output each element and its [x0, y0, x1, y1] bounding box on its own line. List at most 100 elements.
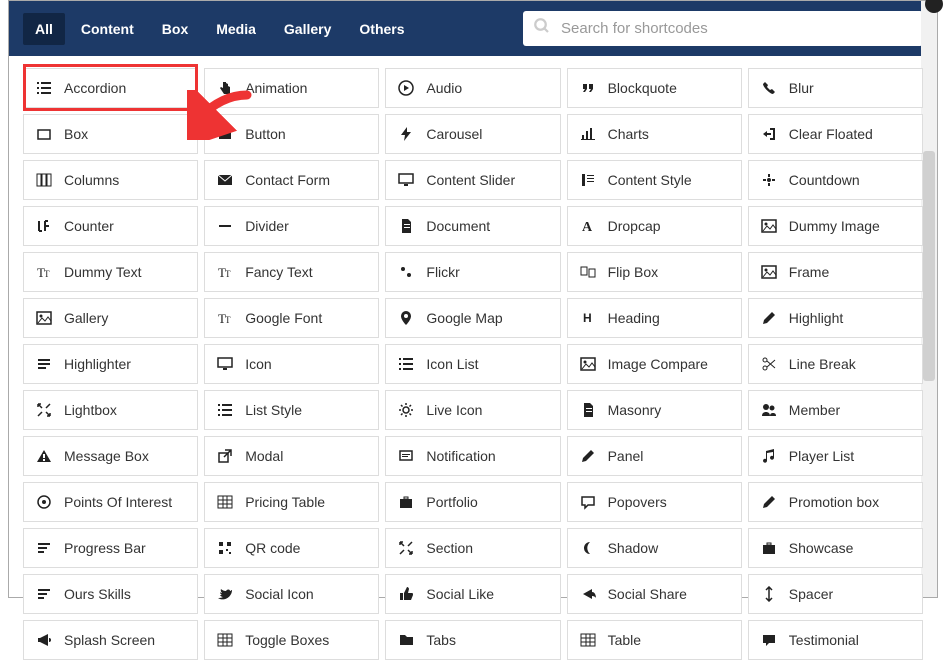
shortcode-item[interactable]: Modal — [204, 436, 379, 476]
shortcode-item[interactable]: Testimonial — [748, 620, 923, 660]
shortcode-item[interactable]: TTDummy Text — [23, 252, 198, 292]
shortcode-item[interactable]: Blockquote — [567, 68, 742, 108]
shortcode-item[interactable]: Portfolio — [385, 482, 560, 522]
warning-icon — [36, 448, 52, 464]
table-icon — [580, 632, 596, 648]
shortcode-item[interactable]: Message Box — [23, 436, 198, 476]
shortcode-item[interactable]: Content Style — [567, 160, 742, 200]
svg-text:H: H — [583, 311, 592, 325]
shortcode-item[interactable]: Icon — [204, 344, 379, 384]
shortcode-item[interactable]: Columns — [23, 160, 198, 200]
shortcode-item[interactable]: QR code — [204, 528, 379, 568]
shortcode-item[interactable]: Blur — [748, 68, 923, 108]
shortcode-item[interactable]: Line Break — [748, 344, 923, 384]
shortcode-item[interactable]: Highlighter — [23, 344, 198, 384]
shortcode-item[interactable]: Contact Form — [204, 160, 379, 200]
shortcode-item[interactable]: Image Compare — [567, 344, 742, 384]
shortcode-item[interactable]: Masonry — [567, 390, 742, 430]
shortcode-item[interactable]: Content Slider — [385, 160, 560, 200]
countdown-icon — [761, 172, 777, 188]
shortcode-item[interactable]: Charts — [567, 114, 742, 154]
image-icon — [580, 356, 596, 372]
shortcode-item[interactable]: Ours Skills — [23, 574, 198, 614]
shortcode-item[interactable]: Points Of Interest — [23, 482, 198, 522]
search-box[interactable] — [523, 11, 923, 46]
shortcode-item[interactable]: Carousel — [385, 114, 560, 154]
shortcode-item[interactable]: Document — [385, 206, 560, 246]
shortcode-item[interactable]: Audio — [385, 68, 560, 108]
shortcode-item[interactable]: Member — [748, 390, 923, 430]
shortcode-item[interactable]: TTGoogle Font — [204, 298, 379, 338]
shortcode-item[interactable]: Social Share — [567, 574, 742, 614]
shortcode-item[interactable]: Social Icon — [204, 574, 379, 614]
square-fill-icon — [217, 126, 233, 142]
pencil-icon — [761, 310, 777, 326]
text-icon: TT — [217, 310, 233, 326]
shortcode-label: List Style — [245, 402, 302, 418]
shortcode-item[interactable]: Gallery — [23, 298, 198, 338]
shortcode-item[interactable]: Icon List — [385, 344, 560, 384]
tab-content[interactable]: Content — [69, 13, 146, 45]
shortcode-item[interactable]: Tabs — [385, 620, 560, 660]
svg-text:T: T — [225, 269, 231, 279]
shortcode-item[interactable]: Frame — [748, 252, 923, 292]
shortcode-item[interactable]: Showcase — [748, 528, 923, 568]
shortcode-label: Highlight — [789, 310, 843, 326]
shortcode-item[interactable]: Google Map — [385, 298, 560, 338]
shortcode-item[interactable]: Table — [567, 620, 742, 660]
shortcode-label: Line Break — [789, 356, 856, 372]
square-icon — [36, 126, 52, 142]
list-icon — [217, 402, 233, 418]
table-icon — [217, 494, 233, 510]
shortcode-item[interactable]: Accordion — [23, 68, 198, 108]
shortcode-item[interactable]: Section — [385, 528, 560, 568]
shortcode-item[interactable]: Highlight — [748, 298, 923, 338]
shortcode-item[interactable]: TTFancy Text — [204, 252, 379, 292]
shortcode-label: Modal — [245, 448, 283, 464]
shortcode-item[interactable]: List Style — [204, 390, 379, 430]
shortcode-item[interactable]: Panel — [567, 436, 742, 476]
shortcode-item[interactable]: Lightbox — [23, 390, 198, 430]
shortcode-label: Section — [426, 540, 473, 556]
shortcode-item[interactable]: Dummy Image — [748, 206, 923, 246]
shortcode-item[interactable]: Counter — [23, 206, 198, 246]
shortcode-item[interactable]: Box — [23, 114, 198, 154]
shortcode-label: Pricing Table — [245, 494, 325, 510]
shortcode-label: Carousel — [426, 126, 482, 142]
shortcode-item[interactable]: Shadow — [567, 528, 742, 568]
shortcode-item[interactable]: Social Like — [385, 574, 560, 614]
svg-text:A: A — [582, 220, 593, 234]
shortcode-label: Accordion — [64, 80, 126, 96]
shortcode-item[interactable]: Live Icon — [385, 390, 560, 430]
shortcode-item[interactable]: Progress Bar — [23, 528, 198, 568]
shortcode-item[interactable]: Promotion box — [748, 482, 923, 522]
shortcode-item[interactable]: Spacer — [748, 574, 923, 614]
tab-media[interactable]: Media — [204, 13, 268, 45]
tab-gallery[interactable]: Gallery — [272, 13, 343, 45]
shortcode-item[interactable]: Flickr — [385, 252, 560, 292]
heading-icon: H — [580, 310, 596, 326]
shortcode-item[interactable]: Divider — [204, 206, 379, 246]
shortcode-item[interactable]: Countdown — [748, 160, 923, 200]
shortcode-item[interactable]: Flip Box — [567, 252, 742, 292]
shortcode-item[interactable]: Pricing Table — [204, 482, 379, 522]
shortcode-item[interactable]: Animation — [204, 68, 379, 108]
shortcode-item[interactable]: Toggle Boxes — [204, 620, 379, 660]
shortcode-item[interactable]: ADropcap — [567, 206, 742, 246]
shortcode-label: Content Slider — [426, 172, 515, 188]
tab-box[interactable]: Box — [150, 13, 200, 45]
shortcode-item[interactable]: Clear Floated — [748, 114, 923, 154]
shortcode-item[interactable]: Player List — [748, 436, 923, 476]
shortcode-label: Content Style — [608, 172, 692, 188]
shortcode-item[interactable]: Popovers — [567, 482, 742, 522]
shortcode-item[interactable]: Button — [204, 114, 379, 154]
tab-all[interactable]: All — [23, 13, 65, 45]
search-input[interactable] — [561, 20, 913, 37]
shortcode-item[interactable]: Notification — [385, 436, 560, 476]
shortcode-label: Player List — [789, 448, 854, 464]
shortcode-item[interactable]: Splash Screen — [23, 620, 198, 660]
image-icon — [761, 218, 777, 234]
shortcode-label: Dummy Image — [789, 218, 880, 234]
tab-others[interactable]: Others — [347, 13, 416, 45]
shortcode-item[interactable]: HHeading — [567, 298, 742, 338]
